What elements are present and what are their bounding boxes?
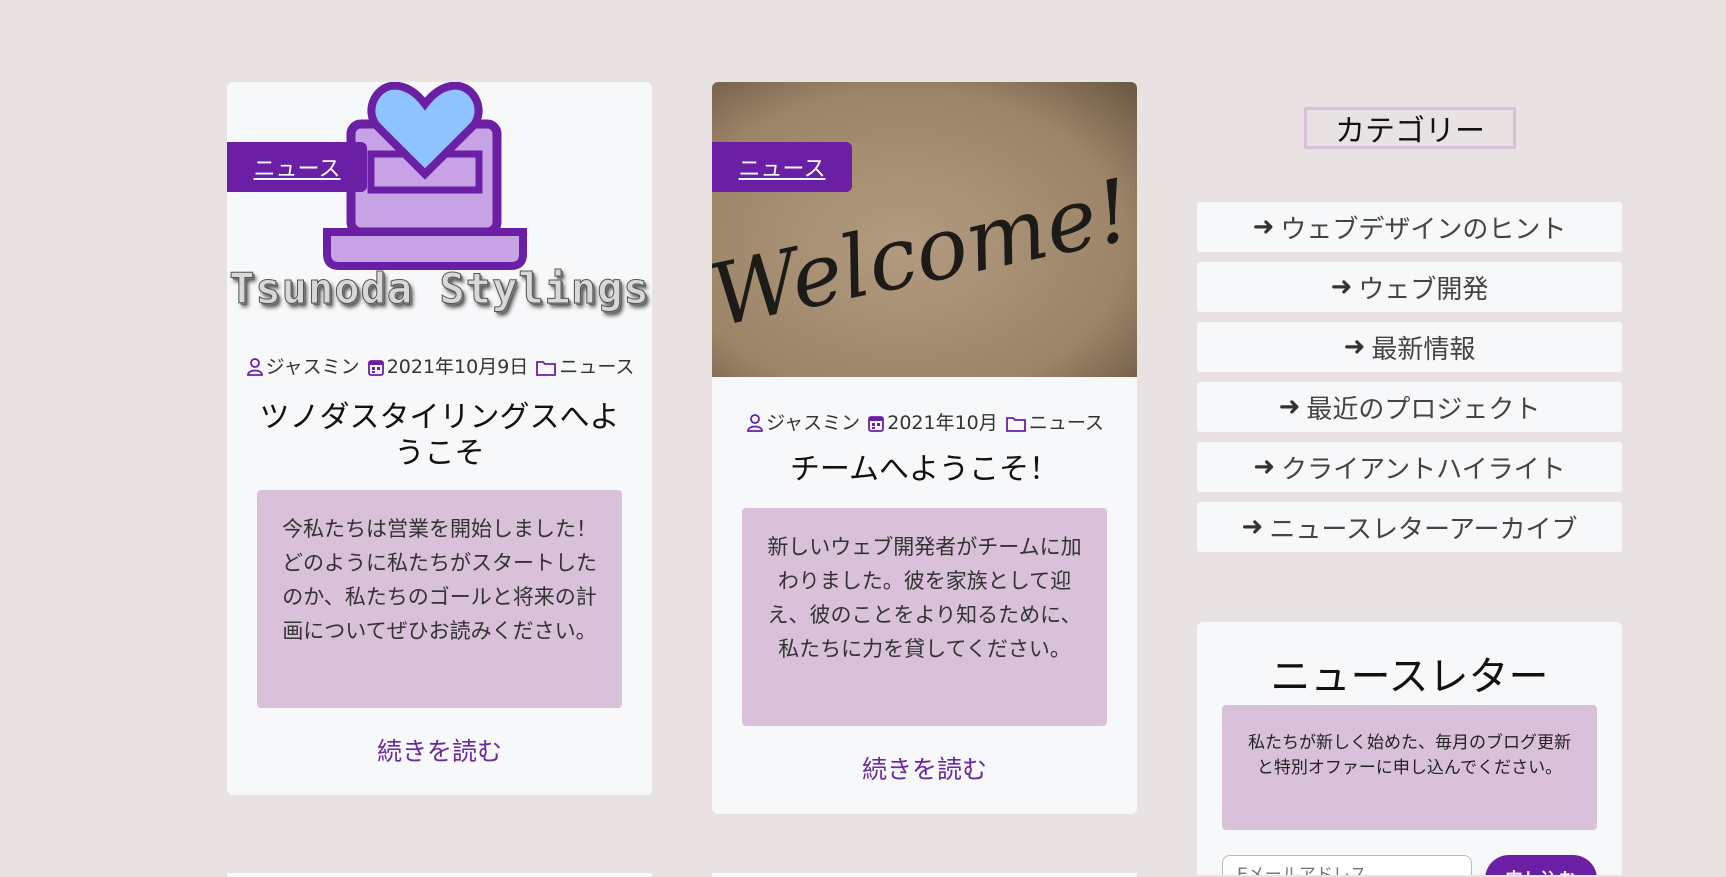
arrow-right-icon: ➜ <box>1278 392 1301 422</box>
user-icon <box>246 358 263 381</box>
arrow-right-icon: ➜ <box>1252 212 1275 242</box>
post-category[interactable]: ニュース <box>559 356 634 378</box>
folder-icon <box>536 359 557 381</box>
user-icon <box>747 414 764 437</box>
calendar-icon <box>868 414 885 437</box>
category-label: ウェブデザインのヒント <box>1280 214 1567 245</box>
newsletter-widget: ニュースレター 私たちが新しく始めた、毎月のブログ更新と特別オファーに申し込んで… <box>1197 622 1622 875</box>
post-meta: ジャスミン 2021年10月9日 ニュース <box>227 352 652 381</box>
welcome-photo: Welcome! <box>712 82 1137 377</box>
category-badge[interactable]: ニュース <box>712 142 852 192</box>
folder-icon <box>1005 415 1026 437</box>
category-label: 最近のプロジェクト <box>1306 394 1541 425</box>
arrow-right-icon: ➜ <box>1330 272 1353 302</box>
read-more-link[interactable]: 続きを読む <box>227 732 652 768</box>
newsletter-subscribe-button[interactable]: 申し込む <box>1485 855 1597 875</box>
newsletter-title: ニュースレター <box>1270 654 1549 700</box>
categories-heading: カテゴリー <box>1304 107 1516 149</box>
category-link-web-development[interactable]: ➜ ウェブ開発 <box>1197 262 1622 312</box>
post-date[interactable]: 2021年10月 <box>887 412 998 434</box>
post-category[interactable]: ニュース <box>1029 412 1104 434</box>
post-card: Welcome! ニュース ジャスミン 2021年10月 ニュース チームへよう… <box>712 82 1137 814</box>
read-more-link[interactable]: 続きを読む <box>712 750 1137 786</box>
category-label: ウェブ開発 <box>1358 274 1489 305</box>
arrow-right-icon: ➜ <box>1241 512 1264 542</box>
category-link-client-highlights[interactable]: ➜ クライアントハイライト <box>1197 442 1622 492</box>
post-author[interactable]: ジャスミン <box>266 356 360 378</box>
post-card: Tsunoda Stylings ニュース ジャスミン 2021年10月9日 ニ… <box>227 82 652 795</box>
newsletter-email-input[interactable] <box>1222 855 1472 875</box>
category-label: クライアントハイライト <box>1281 454 1566 485</box>
arrow-right-icon: ➜ <box>1343 332 1366 362</box>
brand-wordmark: Tsunoda Stylings <box>229 264 650 314</box>
category-link-latest-news[interactable]: ➜ 最新情報 <box>1197 322 1622 372</box>
category-label: 最新情報 <box>1371 334 1476 365</box>
post-excerpt: 今私たちは営業を開始しました！どのように私たちがスタートしたのか、私たちのゴール… <box>257 490 622 708</box>
post-date[interactable]: 2021年10月9日 <box>387 356 529 378</box>
post-image[interactable]: Welcome! <box>712 82 1137 377</box>
category-badge[interactable]: ニュース <box>227 142 367 192</box>
post-title[interactable]: ツノダスタイリングスへようこそ <box>247 400 632 472</box>
post-excerpt: 新しいウェブ開発者がチームに加わりました。彼を家族として迎え、彼のことをより知る… <box>742 508 1107 726</box>
brand-logo[interactable]: Tsunoda Stylings <box>227 82 652 322</box>
newsletter-description: 私たちが新しく始めた、毎月のブログ更新と特別オファーに申し込んでください。 <box>1222 705 1597 830</box>
next-post-card-edge <box>712 873 1137 877</box>
post-meta: ジャスミン 2021年10月 ニュース <box>712 408 1137 437</box>
post-title[interactable]: チームへようこそ！ <box>732 452 1117 488</box>
arrow-right-icon: ➜ <box>1253 452 1276 482</box>
category-link-newsletter-archive[interactable]: ➜ ニュースレターアーカイブ <box>1197 502 1622 552</box>
category-link-web-design-tips[interactable]: ➜ ウェブデザインのヒント <box>1197 202 1622 252</box>
post-author[interactable]: ジャスミン <box>766 412 860 434</box>
calendar-icon <box>367 358 384 381</box>
category-label: ニュースレターアーカイブ <box>1269 514 1578 545</box>
next-post-card-edge <box>227 873 652 877</box>
category-link-recent-projects[interactable]: ➜ 最近のプロジェクト <box>1197 382 1622 432</box>
